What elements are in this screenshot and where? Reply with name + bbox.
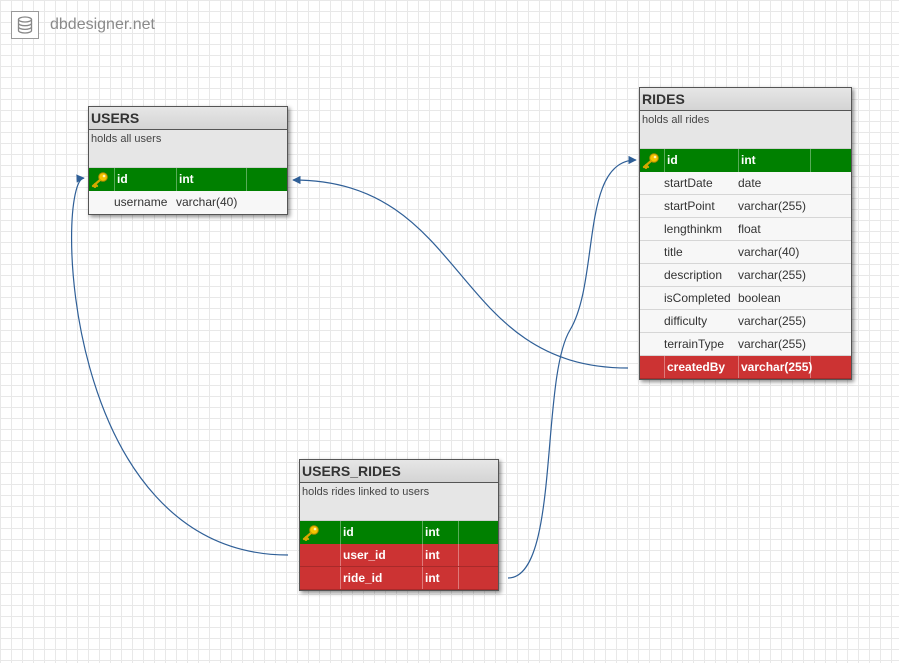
field-row-title[interactable]: title varchar(40) — [640, 241, 851, 264]
table-description: holds all users — [89, 130, 287, 168]
table-title[interactable]: USERS_RIDES — [299, 459, 499, 483]
column-separator — [458, 567, 459, 589]
table-users[interactable]: USERS holds all users id int username varch… — [88, 106, 288, 215]
field-type: varchar(255) — [738, 356, 812, 378]
field-type: boolean — [738, 291, 781, 305]
field-row-terraintype[interactable]: terrainType varchar(255) — [640, 333, 851, 356]
field-name: title — [664, 245, 683, 259]
field-name: difficulty — [664, 314, 708, 328]
field-row-username[interactable]: username varchar(40) — [89, 191, 287, 214]
field-row-lengthinkm[interactable]: lengthinkm float — [640, 218, 851, 241]
field-type: varchar(255) — [738, 268, 807, 282]
field-name: lengthinkm — [664, 222, 723, 236]
field-name: createdBy — [664, 356, 725, 378]
table-title[interactable]: USERS — [88, 106, 288, 130]
field-name: username — [114, 195, 168, 209]
field-row-iscompleted[interactable]: isCompleted boolean — [640, 287, 851, 310]
key-icon — [90, 171, 110, 189]
field-name: terrainType — [664, 337, 725, 351]
field-name: ride_id — [340, 567, 382, 589]
field-row-ride-id[interactable]: ride_id int — [300, 567, 498, 590]
field-row-id[interactable]: id int — [300, 521, 498, 544]
field-row-id[interactable]: id int — [89, 168, 287, 191]
key-icon — [641, 152, 661, 170]
link-users-rides-user-id-to-users-id[interactable] — [71, 174, 289, 556]
field-name: startPoint — [664, 199, 715, 213]
column-separator — [458, 544, 459, 566]
table-users-rides[interactable]: USERS_RIDES holds rides linked to users … — [299, 459, 499, 591]
field-type: date — [738, 176, 762, 190]
field-row-id[interactable]: id int — [640, 149, 851, 172]
field-type: varchar(40) — [738, 245, 800, 259]
field-type: int — [738, 149, 756, 172]
field-row-startdate[interactable]: startDate date — [640, 172, 851, 195]
field-name: id — [664, 149, 678, 172]
field-name: isCompleted — [664, 291, 731, 305]
field-list: id int user_id int ride_id int — [300, 521, 498, 590]
column-separator — [810, 149, 811, 172]
field-name: user_id — [340, 544, 386, 566]
field-type: int — [422, 544, 440, 566]
field-type: int — [422, 521, 440, 544]
table-title[interactable]: RIDES — [639, 87, 852, 111]
field-row-user-id[interactable]: user_id int — [300, 544, 498, 567]
field-row-createdby[interactable]: createdBy varchar(255) — [640, 356, 851, 379]
field-type: varchar(255) — [738, 314, 807, 328]
field-name: id — [114, 168, 128, 191]
table-description: holds all rides — [640, 111, 851, 149]
link-users-rides-ride-id-to-rides-id[interactable] — [507, 155, 637, 579]
field-type: varchar(255) — [738, 199, 807, 213]
field-type: float — [738, 222, 761, 236]
field-row-difficulty[interactable]: difficulty varchar(255) — [640, 310, 851, 333]
field-list: id int username varchar(40) — [89, 168, 287, 214]
field-type: varchar(40) — [176, 195, 238, 209]
column-separator — [246, 168, 247, 191]
table-rides[interactable]: RIDES holds all rides id int startDate date… — [639, 87, 852, 380]
link-rides-createdby-to-users-id[interactable] — [292, 175, 629, 369]
key-icon — [301, 524, 321, 542]
field-name: id — [340, 521, 354, 544]
field-name: description — [664, 268, 723, 282]
column-separator — [458, 521, 459, 544]
field-name: startDate — [664, 176, 713, 190]
field-row-description[interactable]: description varchar(255) — [640, 264, 851, 287]
field-type: int — [176, 168, 194, 191]
field-row-startpoint[interactable]: startPoint varchar(255) — [640, 195, 851, 218]
field-list: id int startDate date startPoint varchar(255)… — [640, 149, 851, 379]
table-description: holds rides linked to users — [300, 483, 498, 521]
field-type: int — [422, 567, 440, 589]
field-type: varchar(255) — [738, 337, 807, 351]
column-separator — [810, 356, 811, 378]
